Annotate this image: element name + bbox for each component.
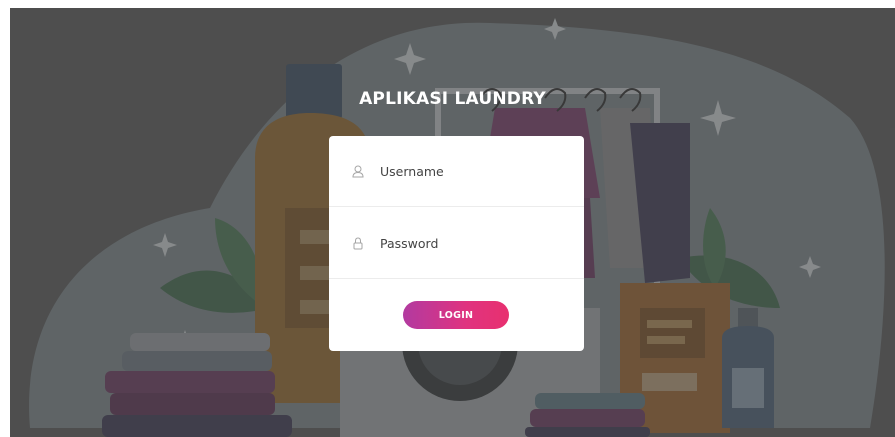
- page: APLIKASI LAUNDRY Username LOGIN: [0, 0, 895, 437]
- user-icon: [351, 164, 365, 178]
- app-title: APLIKASI LAUNDRY: [359, 89, 546, 109]
- login-button[interactable]: LOGIN: [403, 301, 509, 329]
- login-card: LOGIN: [329, 136, 584, 351]
- password-input[interactable]: [380, 228, 570, 258]
- login-page-background: APLIKASI LAUNDRY Username LOGIN: [10, 8, 895, 437]
- password-row: [329, 208, 584, 279]
- lock-icon: [351, 236, 365, 250]
- username-row: [329, 136, 584, 207]
- username-input[interactable]: [380, 156, 570, 186]
